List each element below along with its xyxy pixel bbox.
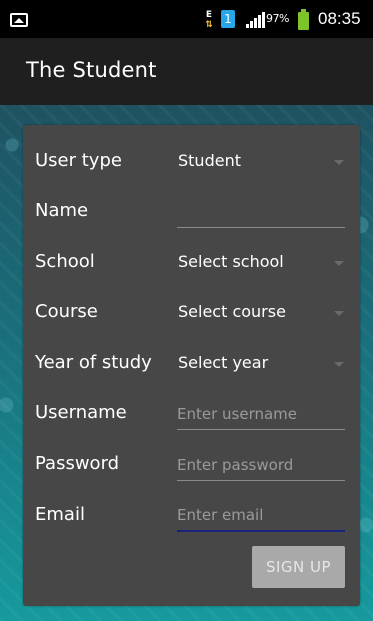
email-row: Email <box>23 492 360 538</box>
dropdown-arrow-icon <box>334 311 344 316</box>
password-input[interactable] <box>177 449 345 481</box>
email-input[interactable] <box>177 500 345 532</box>
user-type-label: User type <box>35 150 122 171</box>
year-row: Year of study Select year <box>23 340 360 386</box>
username-input[interactable] <box>177 398 345 430</box>
username-row: Username <box>23 390 360 436</box>
password-label: Password <box>35 453 120 474</box>
gallery-notification-icon <box>10 13 28 27</box>
school-label: School <box>35 251 95 272</box>
username-label: Username <box>35 402 127 423</box>
dropdown-arrow-icon <box>334 261 344 266</box>
sim-card-icon: 1 <box>221 10 235 28</box>
name-label: Name <box>35 200 89 221</box>
action-bar: The Student <box>0 38 373 105</box>
sign-up-button[interactable]: SIGN UP <box>252 546 345 588</box>
signup-form-card: User type Student Name School Select sch… <box>23 125 360 606</box>
course-spinner[interactable]: Select course <box>178 289 346 335</box>
app-title: The Student <box>26 58 157 82</box>
signal-strength-icon <box>246 12 266 28</box>
user-type-spinner[interactable]: Student <box>178 138 346 184</box>
year-value: Select year <box>178 353 269 372</box>
name-row: Name <box>23 188 360 234</box>
battery-percentage: 97% <box>266 12 289 25</box>
email-label: Email <box>35 504 85 525</box>
school-row: School Select school <box>23 239 360 285</box>
password-row: Password <box>23 441 360 487</box>
data-network-type: E <box>205 10 213 20</box>
name-input[interactable] <box>177 196 345 228</box>
school-spinner[interactable]: Select school <box>178 239 346 285</box>
year-spinner[interactable]: Select year <box>178 340 346 386</box>
battery-icon <box>298 9 309 30</box>
school-value: Select school <box>178 252 284 271</box>
course-row: Course Select course <box>23 289 360 335</box>
course-label: Course <box>35 301 98 322</box>
status-bar: E ⇅ 1 97% 08:35 <box>0 0 373 38</box>
dropdown-arrow-icon <box>334 160 344 165</box>
mobile-data-icon: E ⇅ <box>204 10 214 30</box>
user-type-value: Student <box>178 151 241 170</box>
course-value: Select course <box>178 302 286 321</box>
user-type-row: User type Student <box>23 138 360 184</box>
data-arrows-icon: ⇅ <box>205 20 213 30</box>
dropdown-arrow-icon <box>334 362 344 367</box>
year-label: Year of study <box>35 352 152 373</box>
status-clock: 08:35 <box>318 9 361 28</box>
